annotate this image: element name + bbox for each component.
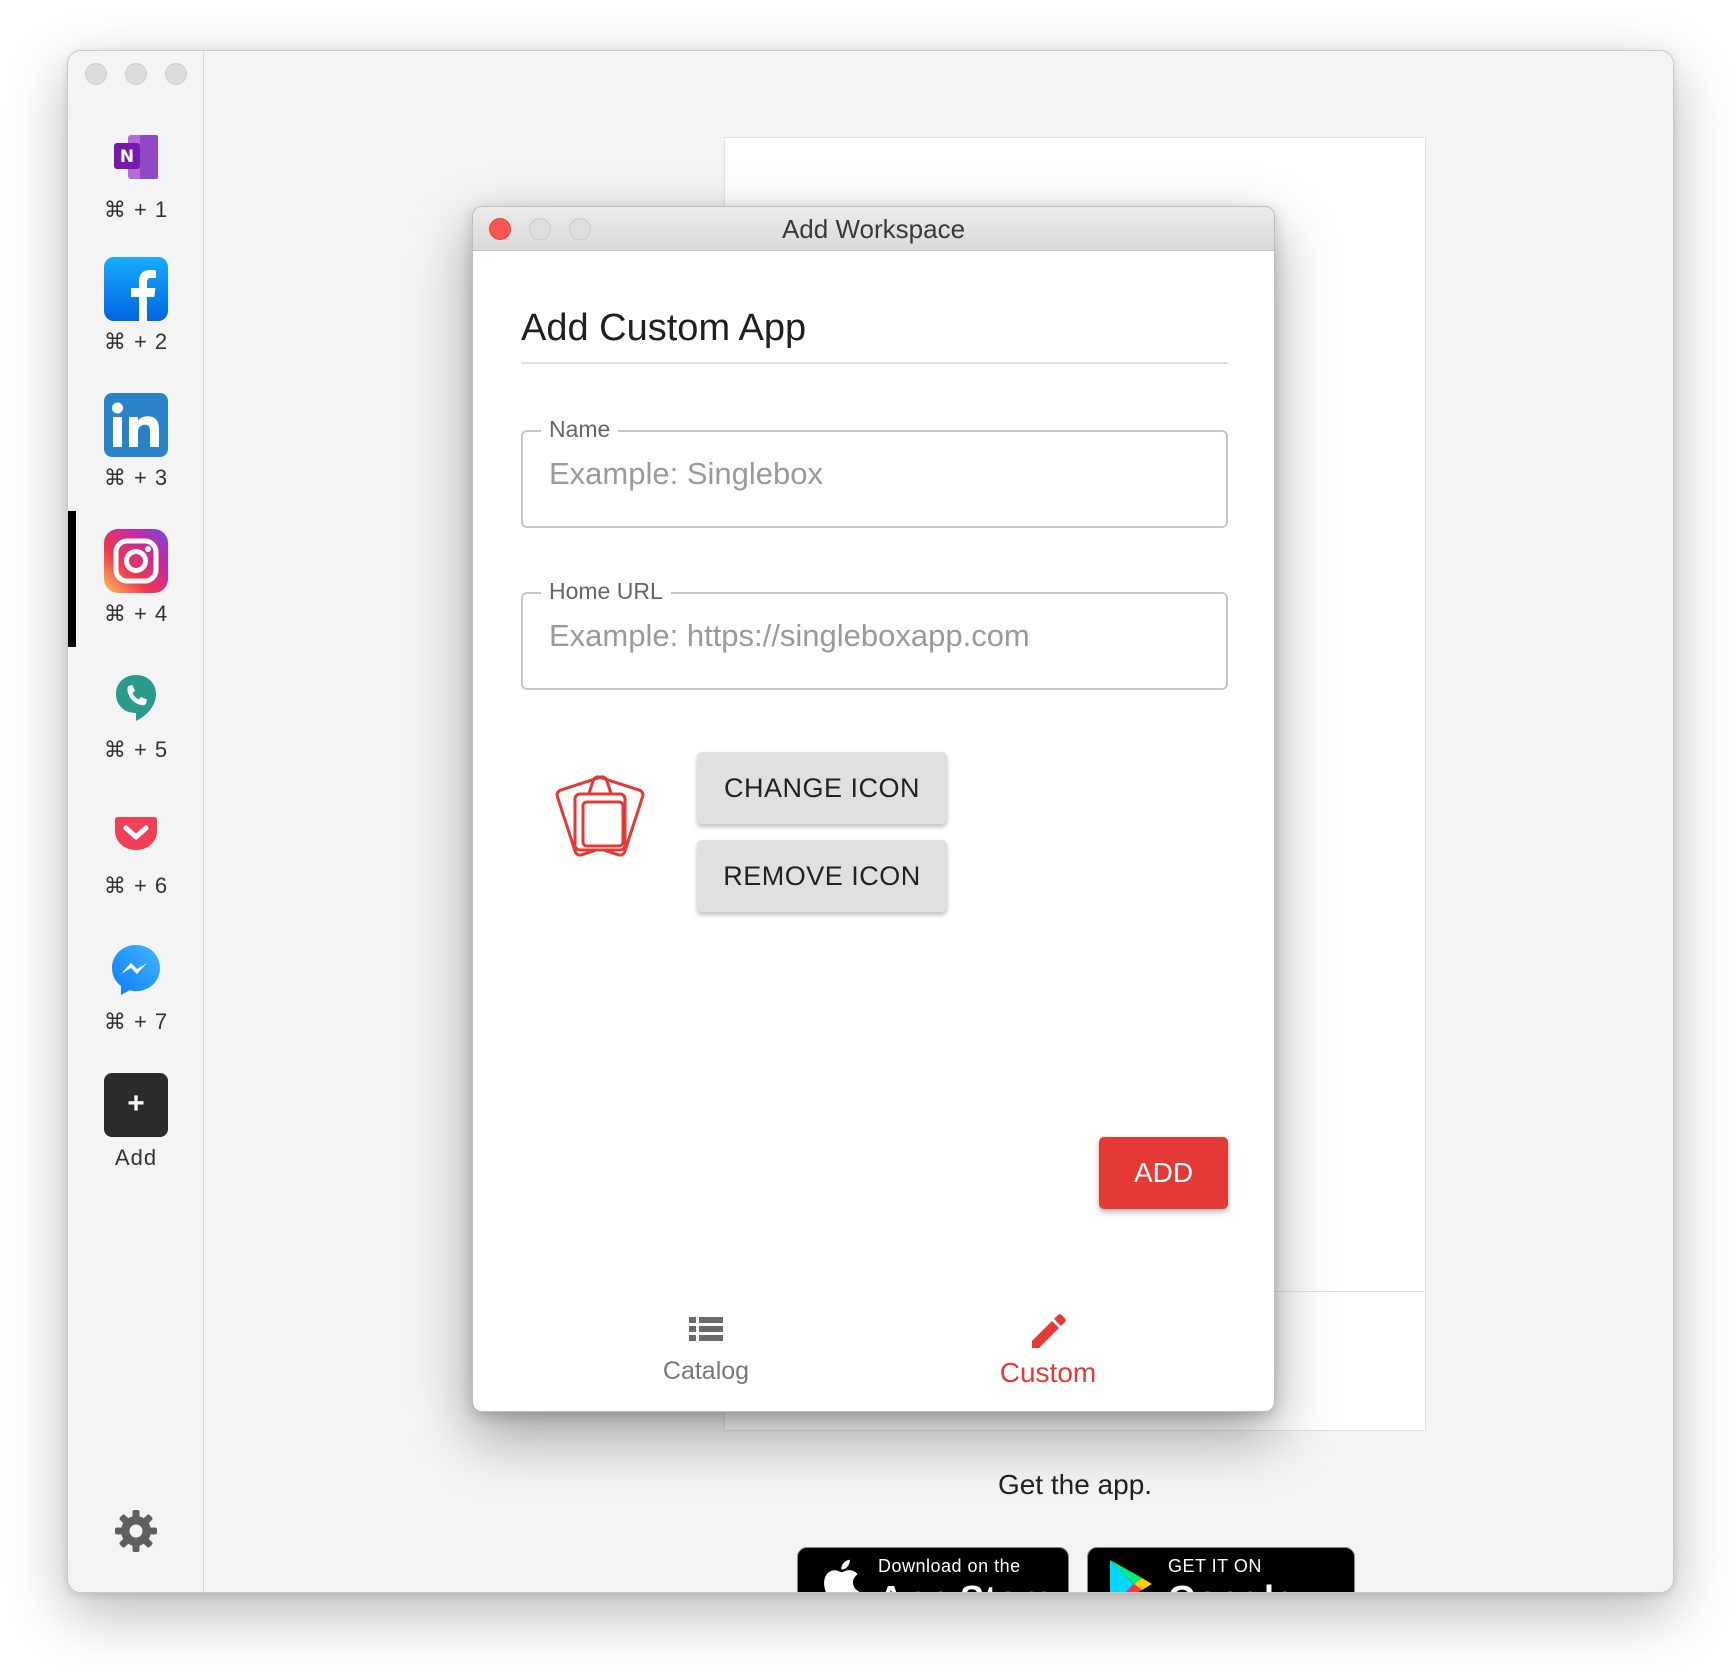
google-play-badge-small-text: GET IT ON	[1168, 1556, 1262, 1576]
add-workspace-button[interactable]: + Add	[68, 1073, 204, 1171]
linkedin-icon	[104, 393, 168, 457]
onenote-icon: N	[114, 135, 158, 179]
app-store-badge[interactable]: Download on the App Store	[797, 1547, 1069, 1592]
app-store-badge-small-text: Download on the	[878, 1556, 1021, 1576]
workspace-sidebar: N ⌘ + 1 ⌘ + 2 ⌘ + 3 ⌘ + 4 ⌘ + 5 ⌘ + 6 ⌘ …	[68, 51, 204, 1592]
google-play-icon	[1110, 1560, 1152, 1592]
dialog-window-title: Add Workspace	[781, 214, 966, 244]
zoom-button[interactable]	[165, 63, 187, 85]
workspace-item-linkedin[interactable]: ⌘ + 3	[68, 393, 204, 491]
dialog-body: Add Custom App Name Home URL CHANGE ICON…	[521, 251, 1228, 922]
svg-text:N: N	[120, 147, 134, 167]
workspace-item-onenote[interactable]: N ⌘ + 1	[68, 125, 204, 223]
icon-picker-row: CHANGE ICON REMOVE ICON	[521, 752, 1228, 922]
list-icon	[689, 1317, 723, 1341]
facebook-icon	[104, 257, 168, 321]
app-store-badge-text: App Store	[878, 1578, 1055, 1592]
home-url-field[interactable]: Home URL	[521, 578, 1228, 690]
workspace-shortcut: ⌘ + 2	[103, 329, 169, 354]
workspace-shortcut: ⌘ + 4	[103, 601, 169, 626]
instagram-icon	[104, 529, 168, 593]
dialog-window-controls	[489, 218, 591, 240]
add-workspace-label: Add	[114, 1145, 158, 1170]
dialog-bottom-navigation: Catalog Custom	[473, 1301, 1274, 1411]
workspace-shortcut: ⌘ + 6	[103, 873, 169, 898]
workspace-item-pocket[interactable]: ⌘ + 6	[68, 801, 204, 899]
add-button[interactable]: ADD	[1099, 1137, 1228, 1209]
workspace-item-hangouts[interactable]: ⌘ + 5	[68, 665, 204, 763]
dialog-minimize-button[interactable]	[529, 218, 551, 240]
messenger-icon	[112, 945, 160, 995]
apple-icon	[824, 1559, 859, 1592]
add-workspace-dialog: Add Workspace Add Custom App Name Home U…	[472, 206, 1275, 1412]
name-field[interactable]: Name	[521, 416, 1228, 528]
workspace-item-messenger[interactable]: ⌘ + 7	[68, 937, 204, 1035]
dialog-heading: Add Custom App	[521, 307, 807, 349]
singlebox-app-icon	[555, 775, 645, 857]
dialog-close-button[interactable]	[489, 218, 511, 240]
home-url-input[interactable]	[549, 618, 1209, 654]
plus-icon: +	[104, 1073, 168, 1137]
workspace-shortcut: ⌘ + 7	[103, 1009, 169, 1034]
workspace-shortcut: ⌘ + 1	[103, 197, 169, 222]
pocket-icon	[115, 817, 157, 850]
minimize-button[interactable]	[125, 63, 147, 85]
home-url-field-label: Home URL	[541, 578, 671, 605]
tab-custom-label: Custom	[999, 1357, 1097, 1388]
remove-icon-button[interactable]: REMOVE ICON	[697, 840, 947, 912]
workspace-shortcut: ⌘ + 5	[103, 737, 169, 762]
hangouts-icon	[116, 675, 156, 721]
dialog-zoom-button[interactable]	[569, 218, 591, 240]
workspace-shortcut: ⌘ + 3	[103, 465, 169, 490]
change-icon-button[interactable]: CHANGE ICON	[697, 752, 947, 824]
name-input[interactable]	[549, 456, 1209, 492]
google-play-badge[interactable]: GET IT ON Google Play	[1087, 1547, 1355, 1592]
window-controls	[85, 63, 187, 85]
dialog-titlebar: Add Workspace	[473, 207, 1274, 251]
get-the-app-text: Get the app.	[997, 1469, 1153, 1500]
tab-custom[interactable]: Custom	[898, 1311, 1198, 1389]
workspace-item-instagram[interactable]: ⌘ + 4	[68, 529, 204, 627]
pencil-icon	[1032, 1314, 1066, 1348]
gear-icon[interactable]	[114, 1509, 158, 1553]
tab-catalog[interactable]: Catalog	[556, 1311, 856, 1386]
name-field-label: Name	[541, 416, 619, 443]
workspace-item-facebook[interactable]: ⌘ + 2	[68, 257, 204, 355]
close-button[interactable]	[85, 63, 107, 85]
google-play-badge-text: Google Play	[1168, 1578, 1354, 1592]
heading-divider	[521, 362, 1228, 364]
tab-catalog-label: Catalog	[662, 1357, 750, 1385]
